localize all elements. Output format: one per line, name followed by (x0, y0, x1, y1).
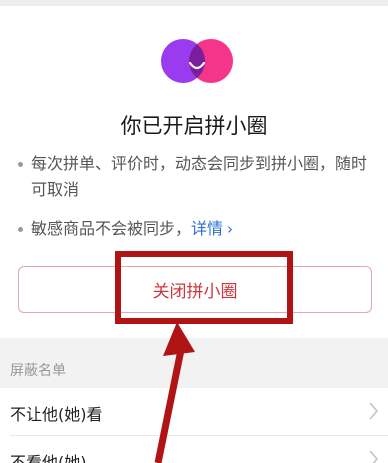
list-item-hide-from[interactable]: 不让他(她)看 (0, 388, 388, 435)
top-divider (0, 0, 388, 6)
page-title: 你已开启拼小圈 (120, 114, 268, 138)
chevron-right-icon (369, 450, 379, 463)
sensitive-info-text: 敏感商品不会被同步， (31, 219, 192, 238)
sync-info-text: 每次拼单、评价时，动态会同步到拼小圈，随时可取消 (31, 154, 368, 199)
sync-info-bullet: 每次拼单、评价时，动态会同步到拼小圈，随时可取消 (18, 151, 378, 203)
details-chevron-icon[interactable]: › (227, 220, 233, 238)
chevron-right-icon (369, 402, 379, 420)
logo-circles-icon (161, 39, 233, 83)
sensitive-info-line: 敏感商品不会被同步，详情 › (18, 216, 378, 242)
details-link[interactable]: 详情 (191, 219, 223, 238)
pinxiaoquan-logo (161, 36, 233, 86)
block-list-header: 屏蔽名单 (10, 363, 66, 379)
annotation-highlight-box (115, 251, 293, 324)
sensitive-info-bullet: 敏感商品不会被同步，详情 › (18, 216, 378, 242)
bullet-dot (18, 162, 23, 167)
list-item-dont-see[interactable]: 不看他(她) (0, 436, 388, 463)
list-item-label: 不看他(她) (10, 453, 87, 463)
list-item-label: 不让他(她)看 (10, 405, 103, 424)
bullet-dot (18, 227, 23, 232)
